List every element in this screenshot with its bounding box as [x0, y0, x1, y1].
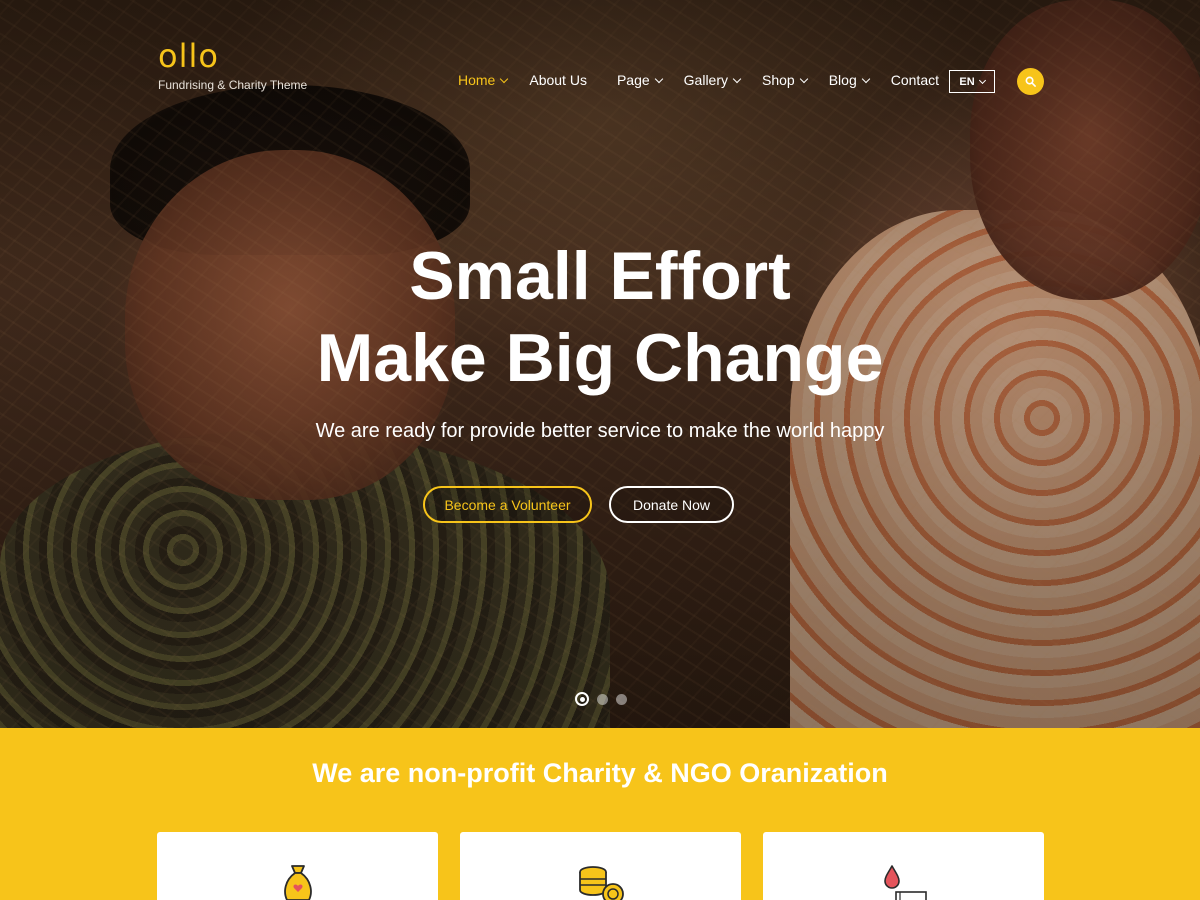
slider-dot-2[interactable] — [597, 693, 608, 705]
donate-now-button[interactable]: Donate Now — [609, 486, 734, 523]
nav-item-shop[interactable]: Shop — [762, 72, 808, 88]
nav-item-gallery[interactable]: Gallery — [683, 72, 742, 88]
nav-item-label: Shop — [762, 72, 795, 88]
nav-item-label: Home — [458, 72, 496, 88]
blood-drop-icon — [883, 865, 927, 900]
slider-dot-1[interactable] — [575, 692, 589, 706]
feature-card-2 — [460, 832, 741, 900]
hero-title: Small Effort Make Big Change — [0, 235, 1200, 399]
chevron-down-icon — [500, 74, 509, 83]
coins-icon — [578, 866, 624, 900]
search-button[interactable] — [1017, 68, 1044, 95]
money-bag-icon — [283, 865, 312, 900]
nav-item-contact[interactable]: Contact — [891, 72, 939, 88]
language-label: EN — [959, 75, 975, 88]
chevron-down-icon — [799, 74, 808, 83]
nav-item-label: About Us — [529, 72, 587, 88]
nav-item-label: Gallery — [683, 72, 729, 88]
feature-card-1 — [157, 832, 438, 900]
site-logo[interactable]: ollo Fundrising & Charity Theme — [158, 40, 307, 92]
nav-item-label: Page — [616, 72, 650, 88]
feature-card-3 — [763, 832, 1044, 900]
hero-title-line-1: Small Effort — [409, 238, 791, 314]
chevron-down-icon — [654, 74, 663, 83]
chevron-down-icon — [978, 76, 986, 84]
nav-item-blog[interactable]: Blog — [828, 72, 870, 88]
slider-pagination — [575, 692, 635, 706]
hero-subtitle: We are ready for provide better service … — [315, 420, 885, 442]
chevron-down-icon — [861, 74, 870, 83]
nav-item-label: Contact — [890, 72, 939, 88]
mission-section: We are non-profit Charity & NGO Oranizat… — [0, 728, 1200, 900]
nav-item-page[interactable]: Page — [616, 72, 663, 88]
nav-item-label: Blog — [828, 72, 857, 88]
search-icon — [1025, 76, 1036, 87]
slider-dot-3[interactable] — [616, 693, 627, 705]
main-navigation: Home About Us Page Gallery Shop Blog Con… — [458, 72, 961, 88]
chevron-down-icon — [732, 74, 742, 83]
language-selector[interactable]: EN — [949, 70, 995, 93]
logo-tagline: Fundrising & Charity Theme — [158, 78, 308, 92]
hero-title-line-2: Make Big Change — [316, 320, 884, 396]
become-volunteer-button[interactable]: Become a Volunteer — [423, 486, 592, 523]
section-title: We are non-profit Charity & NGO Oranizat… — [312, 758, 888, 788]
nav-item-home[interactable]: Home — [458, 72, 509, 88]
nav-item-about-us[interactable]: About Us — [529, 72, 587, 88]
logo-name: ollo — [158, 37, 219, 75]
